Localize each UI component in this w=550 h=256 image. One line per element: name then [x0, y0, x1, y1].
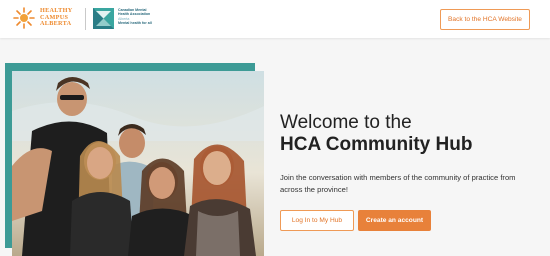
hero-subtitle: Join the conversation with members of th…: [280, 173, 516, 194]
hero-title: Welcome to the HCA Community Hub: [280, 112, 472, 156]
login-button[interactable]: Log In to My Hub: [280, 210, 354, 231]
hca-logo-text: HEALTHY CAMPUS ALBERTA: [40, 8, 72, 28]
hca-logo-line: ALBERTA: [40, 20, 72, 28]
create-account-button[interactable]: Create an account: [358, 210, 431, 231]
logo-divider: [85, 8, 86, 30]
sun-flame-logo-icon: [12, 6, 36, 30]
hero-photo: [12, 71, 264, 256]
cmha-square-logo-icon: [93, 8, 114, 34]
cmha-logo-line: Mental health for all: [118, 21, 152, 26]
cmha-logo-text: Canadian Mental Health Association Alber…: [118, 8, 152, 26]
site-header: HEALTHY CAMPUS ALBERTA Canadian Mental H…: [0, 0, 550, 38]
hero-title-line-2: HCA Community Hub: [280, 134, 473, 155]
cmha-logo[interactable]: Canadian Mental Health Association Alber…: [93, 8, 152, 34]
hero-title-line-1: Welcome to the: [280, 112, 412, 133]
healthy-campus-alberta-logo[interactable]: HEALTHY CAMPUS ALBERTA: [12, 6, 72, 30]
back-to-hca-website-button[interactable]: Back to the HCA Website: [440, 9, 530, 30]
